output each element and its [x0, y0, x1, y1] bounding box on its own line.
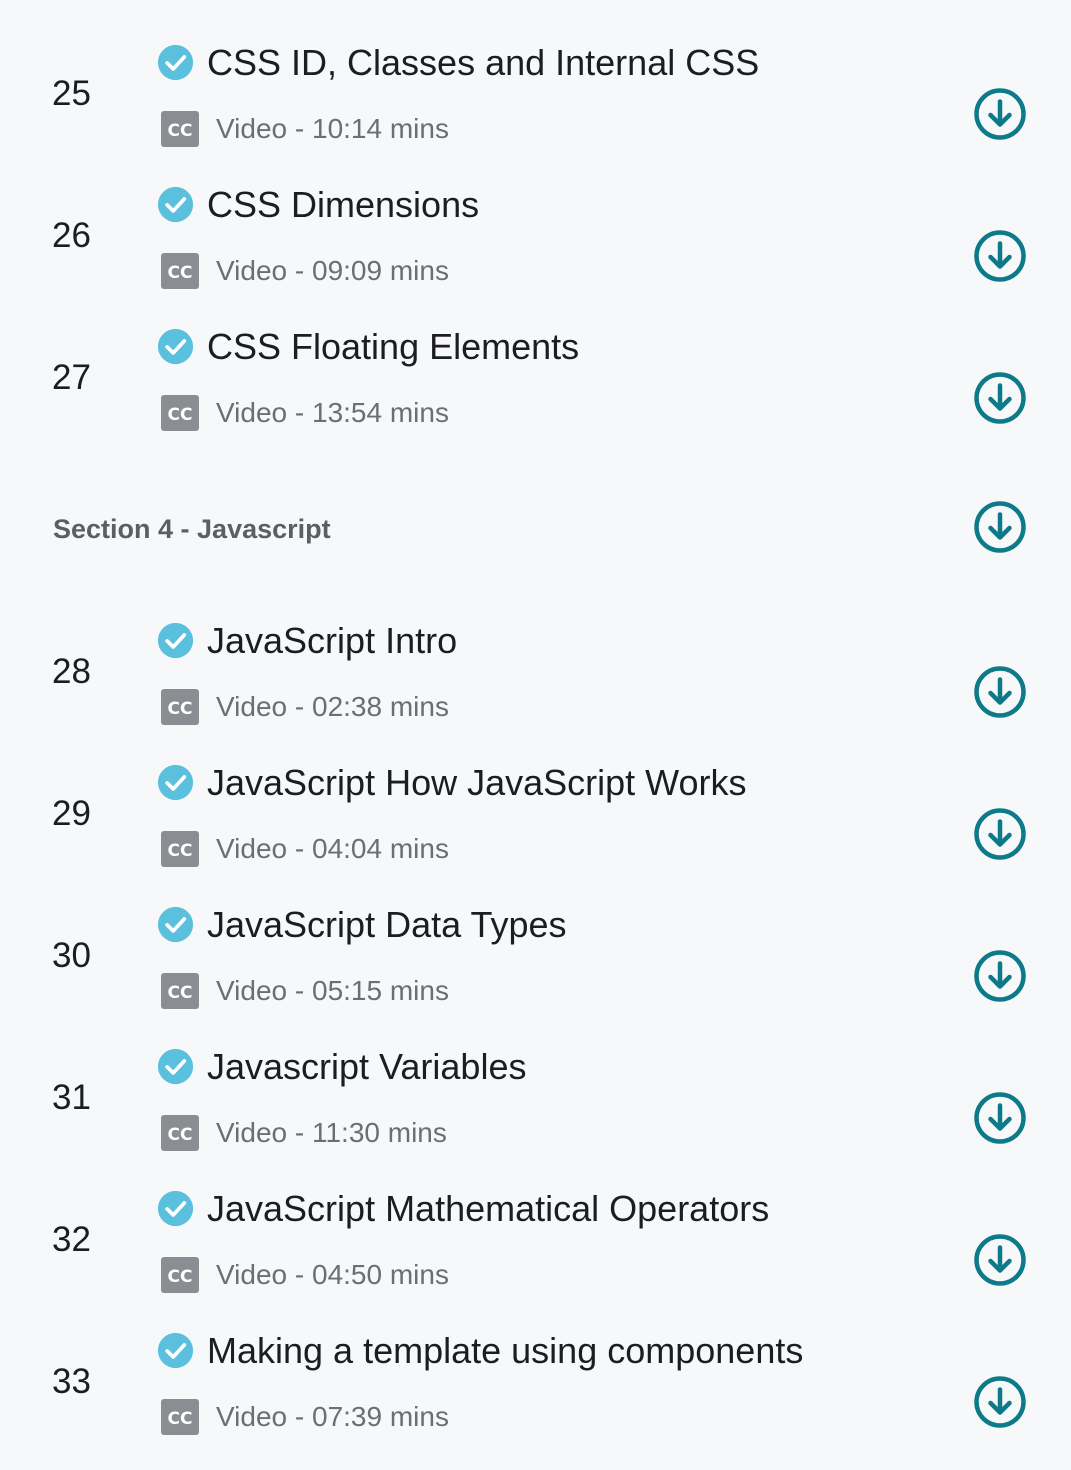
- lesson-number: 30: [52, 936, 91, 975]
- lesson-number: 31: [52, 1078, 91, 1117]
- closed-captions-icon: CC: [161, 1399, 199, 1435]
- lesson-title: CSS Floating Elements: [207, 326, 580, 367]
- download-circle-icon[interactable]: [973, 87, 1027, 141]
- lesson-title: CSS ID, Classes and Internal CSS: [207, 42, 760, 83]
- lesson-duration: Video - 07:39 mins: [216, 1401, 449, 1432]
- download-circle-icon[interactable]: [973, 500, 1027, 554]
- closed-captions-icon: CC: [161, 395, 199, 431]
- lesson-number: 32: [52, 1220, 91, 1259]
- svg-text:CC: CC: [168, 263, 193, 283]
- lesson-number: 28: [52, 652, 91, 691]
- lesson-title: JavaScript Intro: [207, 620, 458, 661]
- download-circle-icon[interactable]: [973, 371, 1027, 425]
- lesson-item[interactable]: 25 CSS ID, Classes and Internal CSS CC V…: [0, 23, 1071, 165]
- lesson-title: JavaScript Data Types: [207, 904, 567, 945]
- section-header[interactable]: Section 4 - Javascript: [0, 470, 1071, 590]
- lesson-title: JavaScript Mathematical Operators: [207, 1188, 770, 1229]
- lesson-number: 27: [52, 358, 91, 397]
- download-circle-icon[interactable]: [973, 229, 1027, 283]
- svg-text:CC: CC: [168, 983, 193, 1003]
- lesson-duration: Video - 02:38 mins: [216, 691, 449, 722]
- check-circle-icon: [157, 764, 194, 801]
- svg-text:CC: CC: [168, 699, 193, 719]
- lesson-title: CSS Dimensions: [207, 184, 480, 225]
- lesson-item[interactable]: 31 Javascript Variables CC Video - 11:30…: [0, 1027, 1071, 1169]
- svg-text:CC: CC: [168, 841, 193, 861]
- svg-text:CC: CC: [168, 121, 193, 141]
- check-circle-icon: [157, 1190, 194, 1227]
- lesson-item[interactable]: 29 JavaScript How JavaScript Works CC Vi…: [0, 743, 1071, 885]
- lesson-item[interactable]: 32 JavaScript Mathematical Operators CC …: [0, 1169, 1071, 1311]
- svg-text:CC: CC: [168, 1267, 193, 1287]
- lesson-title: Making a template using components: [207, 1330, 804, 1371]
- lesson-item[interactable]: 28 JavaScript Intro CC Video - 02:38 min…: [0, 601, 1071, 743]
- closed-captions-icon: CC: [161, 689, 199, 725]
- lesson-number: 33: [52, 1362, 91, 1401]
- svg-text:CC: CC: [168, 405, 193, 425]
- lesson-number: 29: [52, 794, 91, 833]
- closed-captions-icon: CC: [161, 1115, 199, 1151]
- lesson-duration: Video - 13:54 mins: [216, 397, 449, 428]
- lesson-item[interactable]: 26 CSS Dimensions CC Video - 09:09 mins: [0, 165, 1071, 307]
- download-circle-icon[interactable]: [973, 1233, 1027, 1287]
- download-circle-icon[interactable]: [973, 665, 1027, 719]
- lesson-item[interactable]: 33 Making a template using components CC…: [0, 1311, 1071, 1453]
- closed-captions-icon: CC: [161, 253, 199, 289]
- check-circle-icon: [157, 186, 194, 223]
- download-circle-icon[interactable]: [973, 1091, 1027, 1145]
- lesson-duration: Video - 05:15 mins: [216, 975, 449, 1006]
- lesson-title: JavaScript How JavaScript Works: [207, 762, 747, 803]
- lesson-title: Javascript Variables: [207, 1046, 527, 1087]
- check-circle-icon: [157, 328, 194, 365]
- lesson-duration: Video - 10:14 mins: [216, 113, 449, 144]
- check-circle-icon: [157, 1332, 194, 1369]
- lesson-number: 26: [52, 216, 91, 255]
- download-circle-icon[interactable]: [973, 1375, 1027, 1429]
- check-circle-icon: [157, 44, 194, 81]
- lesson-duration: Video - 04:50 mins: [216, 1259, 449, 1290]
- lesson-duration: Video - 09:09 mins: [216, 255, 449, 286]
- check-circle-icon: [157, 1048, 194, 1085]
- lesson-item[interactable]: 27 CSS Floating Elements CC Video - 13:5…: [0, 307, 1071, 449]
- section-title: Section 4 - Javascript: [53, 514, 331, 544]
- download-circle-icon[interactable]: [973, 807, 1027, 861]
- lesson-duration: Video - 04:04 mins: [216, 833, 449, 864]
- svg-text:CC: CC: [168, 1409, 193, 1429]
- check-circle-icon: [157, 622, 194, 659]
- closed-captions-icon: CC: [161, 831, 199, 867]
- lesson-item[interactable]: 30 JavaScript Data Types CC Video - 05:1…: [0, 885, 1071, 1027]
- download-circle-icon[interactable]: [973, 949, 1027, 1003]
- closed-captions-icon: CC: [161, 111, 199, 147]
- svg-text:CC: CC: [168, 1125, 193, 1145]
- closed-captions-icon: CC: [161, 1257, 199, 1293]
- closed-captions-icon: CC: [161, 973, 199, 1009]
- check-circle-icon: [157, 906, 194, 943]
- lesson-duration: Video - 11:30 mins: [216, 1117, 447, 1148]
- lesson-number: 25: [52, 74, 91, 113]
